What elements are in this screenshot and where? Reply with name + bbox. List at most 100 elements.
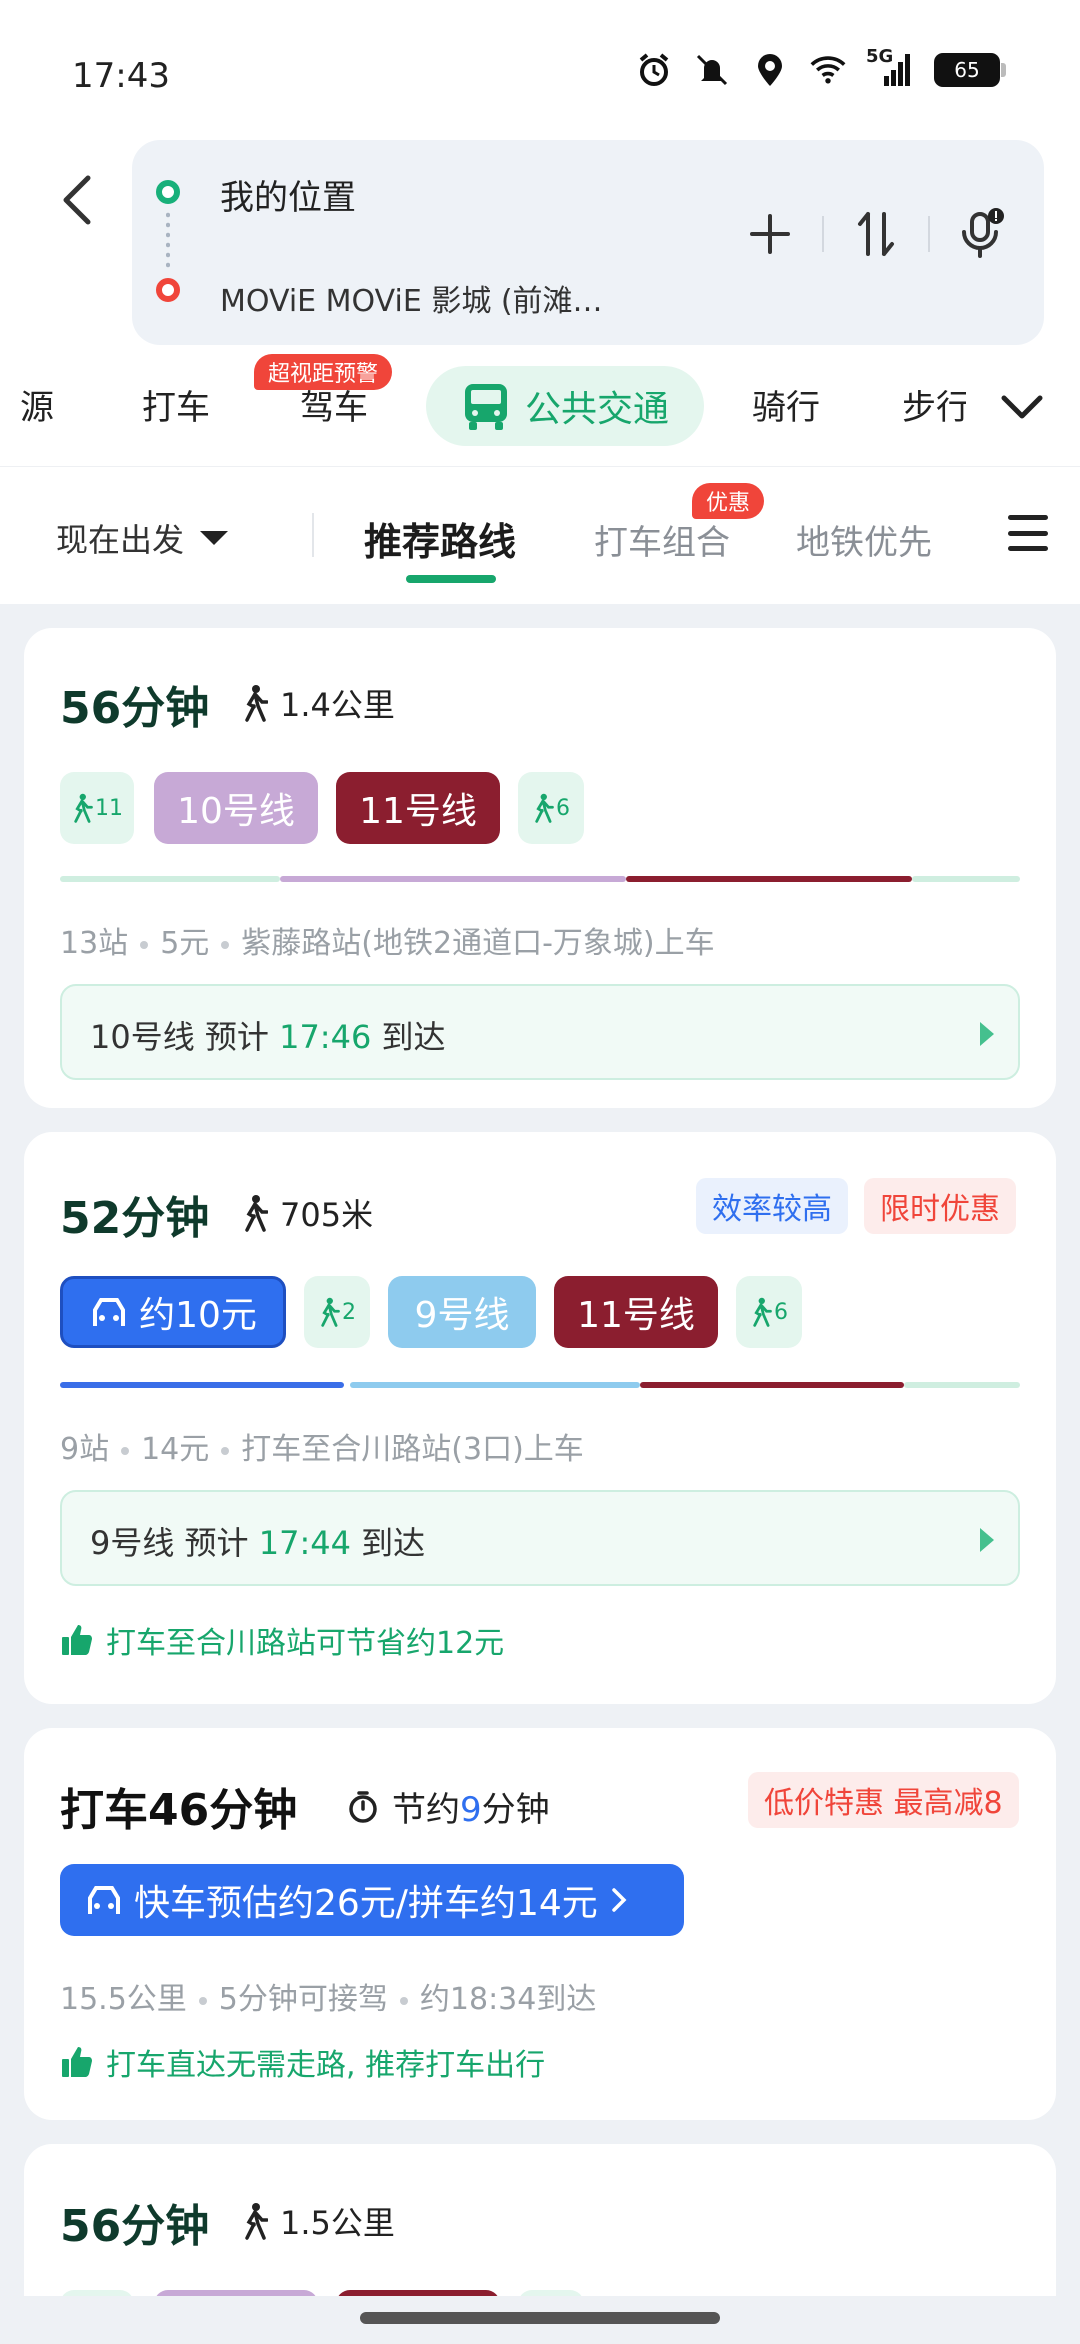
walk-distance-value: 1.5公里 [280, 2204, 395, 2242]
mode-tab-transit[interactable]: 公共交通 [426, 366, 704, 446]
mute-icon [694, 52, 730, 88]
walk-segment-minutes: 6 [774, 1299, 788, 1325]
walk-distance: 1.4公里 [242, 680, 395, 726]
route-meta: 9站 14元 打车至合川路站(3口)上车 [60, 1424, 584, 1468]
route-header: 我的位置 MOViE MOViE 影城 (前滩… [0, 140, 1080, 350]
play-arrow-icon [980, 1022, 994, 1046]
depart-time-selector[interactable]: 现在出发 [56, 515, 229, 561]
warning-badge: 超视距预警 [254, 354, 393, 390]
status-time: 17:43 [72, 56, 170, 96]
divider [822, 216, 824, 252]
boarding-station: 打车至合川路站(3口)上车 [241, 1432, 584, 1467]
caret-down-icon [200, 531, 229, 545]
thumbs-up-icon [62, 2047, 92, 2077]
limited-offer-tag: 限时优惠 [864, 1178, 1016, 1234]
walk-segment: 11 [60, 772, 134, 844]
depart-label: 现在出发 [56, 521, 185, 559]
mode-tab-bike[interactable]: 骑行 [752, 380, 820, 429]
taxi-tip: 打车直达无需走路, 推荐打车出行 [60, 2040, 545, 2084]
walk-segment-minutes: 2 [342, 1299, 356, 1325]
divider [928, 216, 930, 252]
taxi-estimate-label: 快车预估约26元/拼车约14元 [134, 1883, 598, 1924]
destination-field[interactable]: MOViE MOViE 影城 (前滩… [220, 276, 640, 320]
route-card[interactable]: 52分钟 705米 效率较高 限时优惠 约10元 2 9号线 11号线 6 9站… [24, 1132, 1056, 1704]
walking-icon [245, 1195, 268, 1232]
wifi-icon [810, 52, 846, 88]
route-duration: 52分钟 [60, 1193, 210, 1244]
walking-icon [753, 1297, 772, 1327]
tab-recommended[interactable]: 推荐路线 [364, 511, 516, 566]
time-saved: 节约9分钟 [346, 1782, 550, 1831]
walk-segment: 6 [518, 772, 584, 844]
walk-distance: 1.5公里 [242, 2198, 395, 2244]
eta-line: 10号线 预计 [90, 1018, 269, 1056]
progress-line-11 [640, 1382, 904, 1388]
eta-time: 17:44 [258, 1524, 351, 1562]
mode-tab-taxi[interactable]: 打车 [142, 380, 210, 429]
stop-count: 13站 [60, 926, 129, 961]
eta-text: 9号线 预计 17:44 到达 [90, 1518, 425, 1564]
route-dotted-line [166, 210, 170, 272]
progress-walk [60, 876, 280, 882]
saving-tip-text: 打车至合川路站可节省约12元 [106, 1626, 505, 1661]
add-icon [750, 214, 790, 254]
walk-distance-value: 705米 [280, 1196, 374, 1234]
origin-field[interactable]: 我的位置 [220, 170, 356, 219]
voice-icon [962, 208, 1004, 258]
walk-segment: 6 [736, 1276, 802, 1348]
progress-line-9 [350, 1382, 640, 1388]
swap-icon [858, 212, 894, 256]
eta-text: 10号线 预计 17:46 到达 [90, 1012, 445, 1058]
eta-line: 9号线 预计 [90, 1524, 249, 1562]
line-9-segment: 9号线 [388, 1276, 536, 1348]
voice-button[interactable] [938, 190, 1026, 278]
mode-tab-source[interactable]: 源 [20, 380, 54, 429]
taxi-segment-price: 约10元 [139, 1295, 257, 1336]
taxi-icon [93, 1298, 126, 1326]
promo-badge: 优惠 [692, 483, 765, 519]
route-card[interactable]: 56分钟 1.4公里 11 10号线 11号线 6 13站 5元 紫藤路站(地铁2通… [24, 628, 1056, 1108]
expand-modes-button[interactable] [1000, 386, 1044, 430]
add-stop-button[interactable] [726, 190, 814, 278]
taxi-duration: 打车46分钟 [60, 1785, 298, 1836]
taxi-route-card[interactable]: 打车46分钟 节约9分钟 低价特惠 最高减8 快车预估约26元/拼车约14元 1… [24, 1728, 1056, 2120]
time-saved-suffix: 分钟 [481, 1790, 550, 1830]
line-11-segment: 11号线 [554, 1276, 718, 1348]
route-input-box: 我的位置 MOViE MOViE 影城 (前滩… [132, 140, 1044, 345]
discount-tag: 低价特惠 最高减8 [748, 1772, 1019, 1828]
walk-segment: 2 [304, 1276, 370, 1348]
chevron-right-icon [612, 1888, 627, 1912]
mode-tab-walk[interactable]: 步行 [902, 380, 966, 429]
back-button[interactable] [48, 170, 108, 230]
route-duration: 56分钟 [60, 2201, 210, 2252]
tab-subway-first[interactable]: 地铁优先 [796, 515, 932, 564]
taxi-estimate-button[interactable]: 快车预估约26元/拼车约14元 [60, 1864, 684, 1936]
taxi-tip-text: 打车直达无需走路, 推荐打车出行 [106, 2048, 546, 2083]
origin-dot-icon [156, 180, 180, 204]
eta-suffix: 到达 [381, 1018, 446, 1056]
home-indicator[interactable] [360, 2312, 720, 2324]
route-duration: 56分钟 [60, 683, 210, 734]
eta-bar[interactable]: 10号线 预计 17:46 到达 [60, 984, 1020, 1080]
bus-icon [464, 384, 507, 430]
walking-icon [535, 793, 554, 823]
destination-dot-icon [156, 278, 180, 302]
line-10-segment: 10号线 [154, 772, 318, 844]
stop-count: 9站 [60, 1432, 110, 1467]
tab-taxi-combo[interactable]: 打车组合 [594, 515, 730, 564]
eta-bar[interactable]: 9号线 预计 17:44 到达 [60, 1490, 1020, 1586]
progress-walk [904, 1382, 1020, 1388]
active-tab-indicator [406, 575, 496, 583]
progress-line-11 [626, 876, 912, 882]
walking-icon [245, 685, 268, 722]
swap-button[interactable] [832, 190, 920, 278]
progress-line-10 [280, 876, 626, 882]
time-saved-prefix: 节约 [392, 1790, 460, 1830]
menu-icon[interactable] [1008, 515, 1048, 551]
taxi-icon [88, 1886, 120, 1914]
transport-mode-tabs: 源 打车 驾车 超视距预警 公共交通 骑行 步行 [0, 350, 1080, 466]
walk-distance-value: 1.4公里 [280, 686, 395, 724]
route-meta: 13站 5元 紫藤路站(地铁2通道口-万象城)上车 [60, 918, 715, 962]
alarm-icon [636, 52, 672, 88]
status-bar: 17:43 5G 65 [0, 0, 1080, 140]
